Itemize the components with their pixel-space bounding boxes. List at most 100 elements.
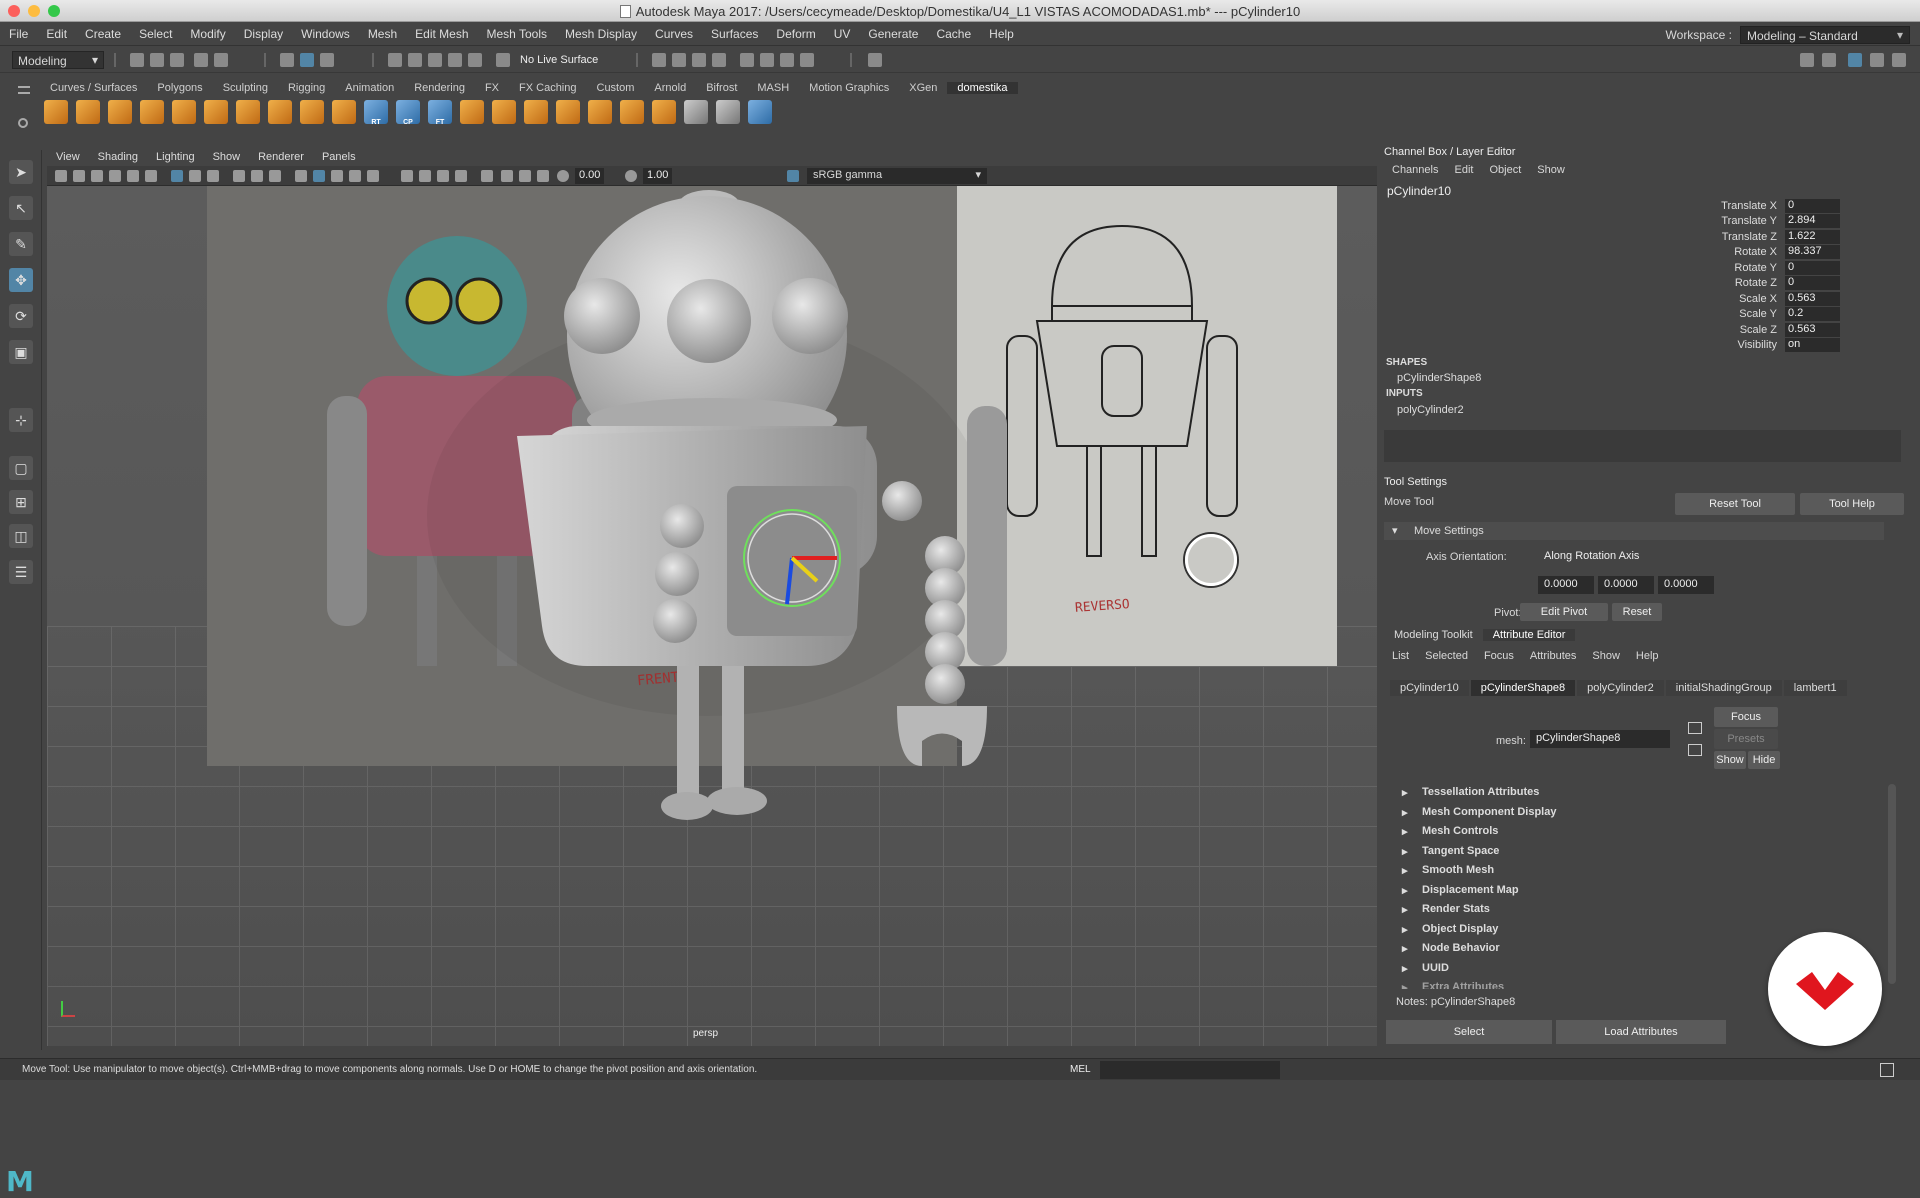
shelf-tab-polygons[interactable]: Polygons <box>147 82 212 94</box>
channel-label[interactable]: Scale Y <box>1660 308 1785 320</box>
menu-create[interactable]: Create <box>76 27 130 41</box>
exposure-field[interactable]: 0.00 <box>575 168 605 184</box>
brush-icon[interactable] <box>716 100 740 124</box>
channel-label[interactable]: Translate Y <box>1660 215 1785 227</box>
poly-plane-icon[interactable] <box>268 100 292 124</box>
channel-menu-show[interactable]: Show <box>1537 164 1565 176</box>
panel-layout-icon[interactable] <box>1800 53 1814 67</box>
two-pane-layout-icon[interactable]: ◫ <box>9 524 33 548</box>
reset-pivot-button[interactable]: Reset <box>1612 603 1662 621</box>
textured-icon[interactable] <box>349 170 361 182</box>
shelf-tab-fx-caching[interactable]: FX Caching <box>509 82 586 94</box>
menu-deform[interactable]: Deform <box>767 27 824 41</box>
reset-transform-icon[interactable]: RT <box>364 100 388 126</box>
redo-icon[interactable] <box>214 53 228 67</box>
shelf-tab-motion-graphics[interactable]: Motion Graphics <box>799 82 899 94</box>
bevel-icon[interactable] <box>524 100 548 124</box>
menu-display[interactable]: Display <box>235 27 292 41</box>
menu-set-dropdown[interactable]: Modeling <box>12 51 104 69</box>
camera-attributes-icon[interactable] <box>73 170 85 182</box>
menu-uv[interactable]: UV <box>825 27 860 41</box>
menu-edit[interactable]: Edit <box>37 27 76 41</box>
axis-orientation-dropdown[interactable]: Along Rotation Axis <box>1538 548 1718 566</box>
load-attributes-button[interactable]: Load Attributes <box>1556 1020 1726 1044</box>
select-button[interactable]: Select <box>1386 1020 1552 1044</box>
last-tool-icon[interactable]: ⊹ <box>9 408 33 432</box>
menu-cache[interactable]: Cache <box>927 27 980 41</box>
shelf-tab-rendering[interactable]: Rendering <box>404 82 475 94</box>
poly-diamond-icon[interactable] <box>204 100 228 124</box>
viewport-menu-renderer[interactable]: Renderer <box>249 151 313 163</box>
render-sequence-icon[interactable] <box>780 53 794 67</box>
snap-together-icon[interactable] <box>748 100 772 124</box>
menu-help[interactable]: Help <box>980 27 1023 41</box>
live-surface-label[interactable]: No Live Surface <box>520 54 598 66</box>
gamma-icon[interactable] <box>625 170 637 182</box>
ipr-render-icon[interactable] <box>692 53 706 67</box>
node-tab-polycylinder2[interactable]: polyCylinder2 <box>1577 680 1664 696</box>
field-chart-icon[interactable] <box>251 170 263 182</box>
shelf-tab-rigging[interactable]: Rigging <box>278 82 335 94</box>
snap-point-icon[interactable] <box>428 53 442 67</box>
menu-edit-mesh[interactable]: Edit Mesh <box>406 27 477 41</box>
new-scene-icon[interactable] <box>130 53 144 67</box>
select-object-icon[interactable] <box>300 53 314 67</box>
select-component-icon[interactable] <box>320 53 334 67</box>
edit-pivot-button[interactable]: Edit Pivot <box>1520 603 1608 621</box>
attribute-section-tessellation-attributes[interactable]: Tessellation Attributes <box>1390 784 1885 804</box>
attribute-section-mesh-component-display[interactable]: Mesh Component Display <box>1390 804 1885 824</box>
poly-cube-icon[interactable] <box>44 100 68 124</box>
grid-toggle-icon[interactable] <box>171 170 183 182</box>
viewport-menu-view[interactable]: View <box>47 151 89 163</box>
axis-y-field[interactable]: 0.0000 <box>1598 576 1654 594</box>
scale-tool-icon[interactable]: ▣ <box>9 340 33 364</box>
channel-label[interactable]: Rotate Y <box>1660 262 1785 274</box>
anti-aliasing-icon[interactable] <box>455 170 467 182</box>
menu-mesh[interactable]: Mesh <box>359 27 406 41</box>
duplicate-special-icon[interactable] <box>620 100 644 124</box>
viewport-menu-panels[interactable]: Panels <box>313 151 365 163</box>
user-account-icon[interactable] <box>868 53 882 67</box>
node-tab-pcylinder10[interactable]: pCylinder10 <box>1390 680 1469 696</box>
node-tab-pcylindershape8[interactable]: pCylinderShape8 <box>1470 680 1576 696</box>
ae-menu-list[interactable]: List <box>1392 650 1409 662</box>
poly-cone-icon[interactable] <box>108 100 132 124</box>
axis-x-field[interactable]: 0.0000 <box>1538 576 1594 594</box>
poly-helix-icon[interactable] <box>236 100 260 124</box>
channel-value[interactable]: 0.2 <box>1785 307 1840 322</box>
snap-grid-icon[interactable] <box>388 53 402 67</box>
ae-menu-attributes[interactable]: Attributes <box>1530 650 1576 662</box>
safe-action-icon[interactable] <box>269 170 281 182</box>
shelf-tab-custom[interactable]: Custom <box>587 82 645 94</box>
render-settings-icon[interactable] <box>712 53 726 67</box>
separate-icon[interactable] <box>492 100 516 124</box>
poly-torus-icon[interactable] <box>172 100 196 124</box>
go-to-input-icon[interactable] <box>1688 722 1702 734</box>
gamma-field[interactable]: 1.00 <box>643 168 673 184</box>
shelf-tab-arnold[interactable]: Arnold <box>644 82 696 94</box>
resolution-gate-icon[interactable] <box>207 170 219 182</box>
grease-pencil-icon[interactable] <box>145 170 157 182</box>
shadows-icon[interactable] <box>401 170 413 182</box>
attribute-section-displacement-map[interactable]: Displacement Map <box>1390 882 1885 902</box>
menu-mesh-display[interactable]: Mesh Display <box>556 27 646 41</box>
shelf-settings-icon[interactable] <box>18 118 28 128</box>
channel-menu-channels[interactable]: Channels <box>1392 164 1438 176</box>
channel-label[interactable]: Visibility <box>1660 339 1785 351</box>
tab-modeling-toolkit[interactable]: Modeling Toolkit <box>1384 629 1483 641</box>
focus-button[interactable]: Focus <box>1714 707 1778 727</box>
channel-label[interactable]: Translate Z <box>1660 231 1785 243</box>
menu-file[interactable]: File <box>0 27 37 41</box>
menu-select[interactable]: Select <box>130 27 181 41</box>
use-lights-icon[interactable] <box>367 170 379 182</box>
attribute-section-render-stats[interactable]: Render Stats <box>1390 901 1885 921</box>
channel-value[interactable]: 0.563 <box>1785 322 1840 337</box>
channel-box-toggle-icon[interactable] <box>1848 53 1862 67</box>
menu-mesh-tools[interactable]: Mesh Tools <box>478 27 556 41</box>
channel-value[interactable]: 0 <box>1785 276 1840 291</box>
shape-node[interactable]: pCylinderShape8 <box>1397 372 1481 384</box>
presets-button[interactable]: Presets <box>1714 729 1778 749</box>
menu-generate[interactable]: Generate <box>859 27 927 41</box>
channel-label[interactable]: Rotate X <box>1660 246 1785 258</box>
attribute-section-tangent-space[interactable]: Tangent Space <box>1390 843 1885 863</box>
